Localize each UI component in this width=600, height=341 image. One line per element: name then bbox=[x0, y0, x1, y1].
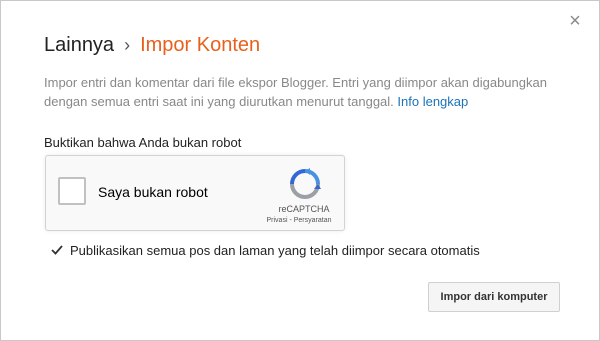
description-text: Impor entri dan komentar dari file ekspo… bbox=[44, 75, 547, 109]
import-dialog: × Lainnya › Impor Konten Impor entri dan k… bbox=[0, 0, 600, 341]
import-from-computer-button[interactable]: Impor dari komputer bbox=[428, 282, 560, 312]
recaptcha-widget: Saya bukan robot reCAPTCHA Privasi - Per… bbox=[45, 155, 345, 231]
recaptcha-brand: reCAPTCHA bbox=[278, 204, 330, 214]
recaptcha-links: Privasi - Persyaratan bbox=[258, 217, 340, 224]
auto-publish-option[interactable]: Publikasikan semua pos dan laman yang te… bbox=[50, 243, 480, 258]
recaptcha-logo-icon bbox=[290, 168, 321, 199]
checkmark-icon[interactable] bbox=[50, 243, 64, 257]
terms-link[interactable]: Persyaratan bbox=[294, 217, 332, 224]
recaptcha-checkbox[interactable] bbox=[58, 177, 86, 205]
breadcrumb-separator-icon: › bbox=[124, 35, 131, 55]
close-icon[interactable]: × bbox=[567, 11, 583, 31]
page-title: Impor Konten bbox=[140, 34, 261, 56]
auto-publish-label: Publikasikan semua pos dan laman yang te… bbox=[70, 243, 480, 258]
recaptcha-label: Saya bukan robot bbox=[98, 184, 208, 200]
privacy-link[interactable]: Privasi bbox=[267, 217, 288, 224]
info-link[interactable]: Info lengkap bbox=[397, 94, 468, 109]
breadcrumb-parent[interactable]: Lainnya bbox=[44, 34, 114, 56]
breadcrumb: Lainnya › Impor Konten bbox=[44, 34, 260, 57]
import-description: Impor entri dan komentar dari file ekspo… bbox=[44, 73, 564, 111]
captcha-prompt: Buktikan bahwa Anda bukan robot bbox=[44, 135, 242, 150]
